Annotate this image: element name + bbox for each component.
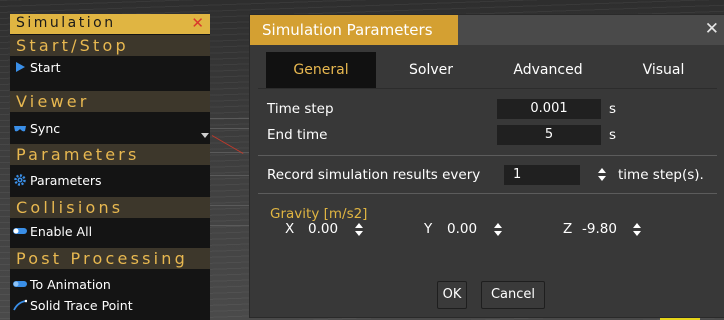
separator [258,155,717,156]
gravity-x-label: X [285,221,295,237]
chevron-down-icon[interactable] [201,133,209,138]
simulation-sidebar: Simulation ✕ Start/Stop Start Viewer Syn… [10,14,210,320]
to-animation-button[interactable]: To Animation [10,274,210,294]
start-button[interactable]: Start [10,57,210,77]
toggle-icon [13,281,27,287]
tab-advanced[interactable]: Advanced [488,52,608,88]
section-parameters: Parameters [10,144,210,165]
gravity-y-input[interactable]: 0.00 [447,221,477,237]
close-icon[interactable]: ✕ [705,19,719,39]
stepper-down-icon[interactable] [355,231,363,236]
ok-button[interactable]: OK [437,281,467,309]
section-header-label: Start/Stop [16,36,129,55]
gravity-z-input[interactable]: -9.80 [582,221,617,237]
gravity-z-stepper[interactable] [633,223,641,237]
dialog-title: Simulation Parameters [262,21,433,39]
close-icon[interactable]: ✕ [191,14,204,32]
gravity-label: Gravity [m/s2] [270,206,368,222]
start-label: Start [30,60,61,75]
record-stepper[interactable] [598,168,606,182]
simulation-tab-label: Simulation [16,15,116,31]
play-icon [16,62,25,72]
parameters-button[interactable]: Parameters [10,170,210,190]
simulation-parameters-dialog: Simulation Parameters ✕ General Solver A… [249,14,724,318]
record-input[interactable]: 1 [504,165,580,185]
dialog-title-bar[interactable]: Simulation Parameters ✕ [250,15,724,45]
tab-general[interactable]: General [266,52,376,88]
toggle-icon [13,228,27,234]
section-header-label: Post Processing [16,249,188,268]
solid-trace-point-button[interactable]: Solid Trace Point [10,295,210,315]
section-header-label: Viewer [16,92,90,111]
end-time-input[interactable]: 5 [497,125,601,145]
section-collisions: Collisions [10,197,210,218]
enable-all-button[interactable]: Enable All [10,221,210,241]
section-viewer: Viewer [10,91,210,112]
gravity-z-label: Z [563,221,573,237]
time-step-unit: s [609,101,617,117]
stepper-down-icon[interactable] [494,231,502,236]
end-time-label: End time [267,127,328,143]
stepper-up-icon[interactable] [355,223,363,228]
tab-solver[interactable]: Solver [376,52,486,88]
separator [258,193,717,194]
end-time-unit: s [609,127,617,143]
sync-button[interactable]: Sync [10,118,210,138]
stepper-up-icon[interactable] [633,223,641,228]
section-header-label: Parameters [16,145,140,164]
tab-bar: General Solver Advanced Visual [258,52,717,89]
record-unit: time step(s). [618,167,704,183]
record-label: Record simulation results every [267,167,481,183]
stepper-down-icon[interactable] [598,176,606,181]
enable-all-label: Enable All [30,224,93,239]
time-step-input[interactable]: 0.001 [497,99,601,119]
stepper-up-icon[interactable] [494,223,502,228]
gravity-y-stepper[interactable] [494,223,502,237]
gravity-x-input[interactable]: 0.00 [308,221,338,237]
tab-visual[interactable]: Visual [610,52,717,88]
gravity-y-label: Y [424,221,433,237]
cancel-button[interactable]: Cancel [481,281,545,309]
gravity-x-stepper[interactable] [355,223,363,237]
time-step-label: Time step [267,101,334,117]
section-post-processing: Post Processing [10,248,210,269]
section-start-stop: Start/Stop [10,35,210,56]
sync-label: Sync [30,121,61,136]
solid-trace-point-label: Solid Trace Point [30,298,133,313]
stepper-down-icon[interactable] [633,231,641,236]
section-header-label: Collisions [16,198,124,217]
stepper-up-icon[interactable] [598,168,606,173]
simulation-tab[interactable]: Simulation ✕ [10,14,210,34]
gear-icon [14,174,26,186]
glasses-icon [14,126,26,132]
to-animation-label: To Animation [30,277,111,292]
parameters-label: Parameters [30,173,102,188]
trace-icon [13,299,27,311]
